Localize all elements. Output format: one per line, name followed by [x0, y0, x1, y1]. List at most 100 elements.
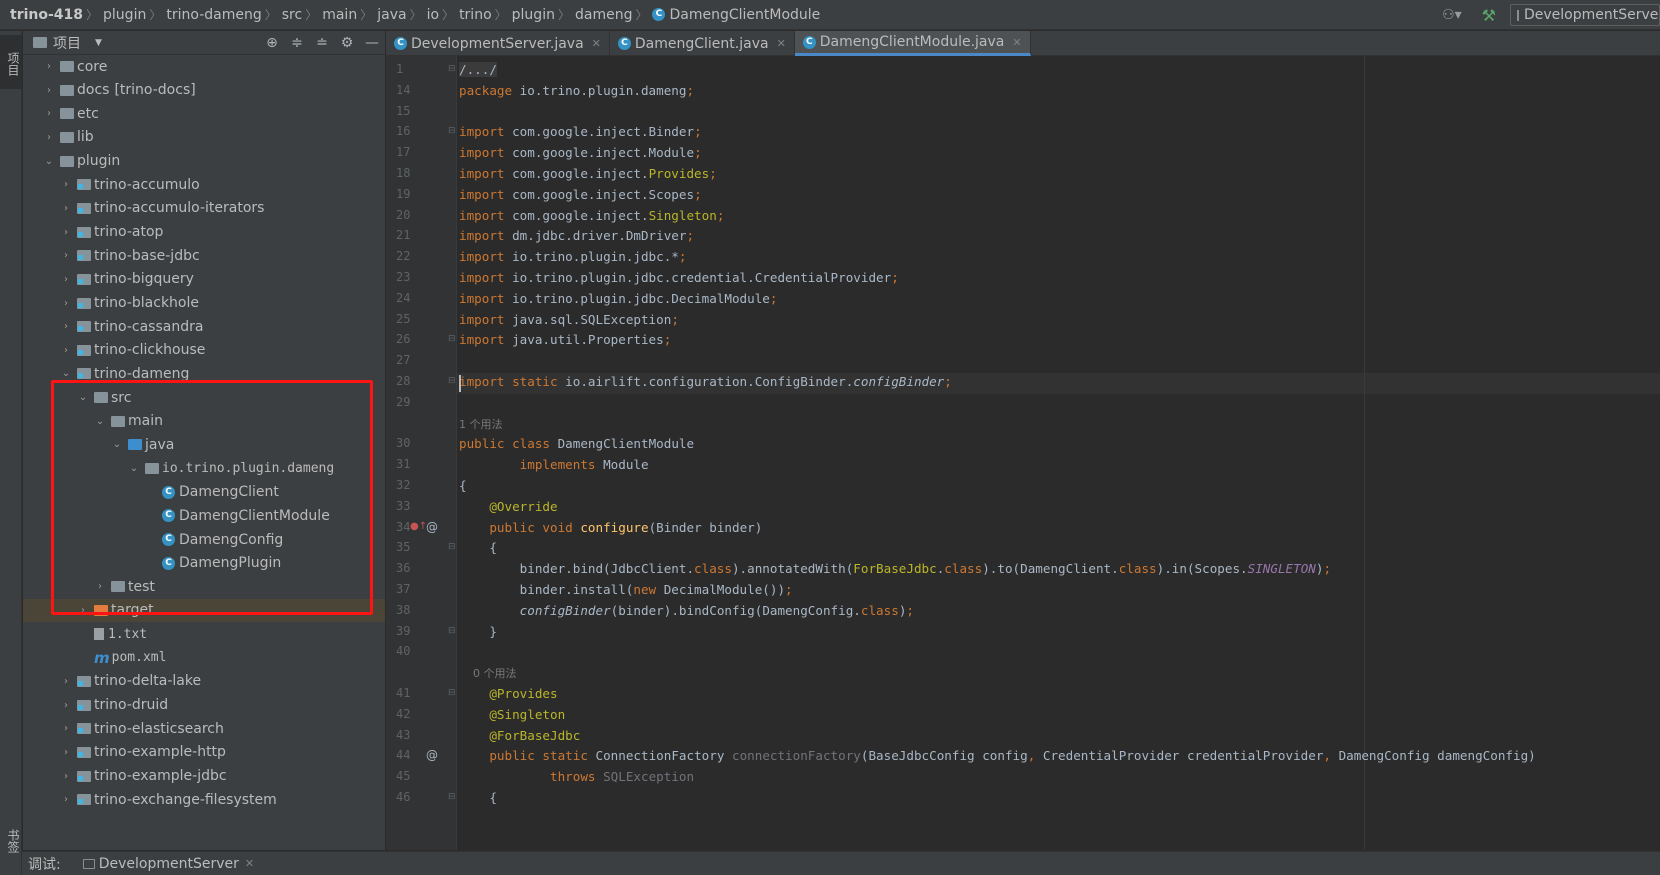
fold-marker-icon[interactable]: ⊟	[448, 64, 456, 74]
chevron-right-icon[interactable]: ›	[60, 179, 72, 190]
implements-marker-icon[interactable]: ●↑	[410, 521, 427, 532]
breadcrumb-item[interactable]: dameng	[575, 7, 632, 23]
tree-item[interactable]: › target	[23, 598, 385, 622]
chevron-down-icon[interactable]: ⌄	[94, 416, 106, 427]
tree-item[interactable]: › lib	[23, 126, 375, 149]
editor-tab[interactable]: C DamengClient.java ✕	[610, 31, 795, 56]
chevron-right-icon[interactable]: ›	[60, 700, 72, 711]
tree-item[interactable]: › trino-base-jdbc	[23, 244, 375, 267]
breadcrumb-item[interactable]: plugin	[103, 7, 146, 23]
tree-item[interactable]: › etc	[23, 102, 375, 125]
fold-marker-icon[interactable]: ⊟	[448, 626, 456, 636]
tree-item[interactable]: › trino-bigquery	[23, 268, 375, 291]
annotation-at-icon[interactable]: @	[426, 748, 438, 762]
tree-item[interactable]: C DamengClientModule	[23, 504, 375, 527]
fold-marker-icon[interactable]: ⊟	[448, 542, 456, 552]
fold-marker-icon[interactable]: ⊟	[448, 376, 456, 386]
tree-item[interactable]: › trino-elasticsearch	[23, 717, 375, 740]
tree-item[interactable]: › trino-accumulo-iterators	[23, 197, 375, 220]
breadcrumb-item[interactable]: trino	[459, 7, 492, 23]
close-icon[interactable]: ✕	[245, 857, 254, 870]
chevron-right-icon[interactable]: ›	[43, 108, 55, 119]
chevron-right-icon[interactable]: ›	[60, 274, 72, 285]
breadcrumb-item[interactable]: trino-dameng	[166, 7, 261, 23]
tree-item[interactable]: › trino-clickhouse	[23, 339, 375, 362]
minimize-icon[interactable]: —	[365, 35, 379, 51]
project-panel-title[interactable]: 项目	[53, 33, 81, 53]
collapse-all-icon[interactable]: ≐	[315, 35, 329, 51]
chevron-down-icon[interactable]: ⌄	[77, 392, 89, 403]
chevron-right-icon[interactable]: ›	[60, 203, 72, 214]
tree-item[interactable]: 1.txt	[23, 623, 375, 646]
tree-item[interactable]: › test	[23, 575, 375, 598]
tree-item[interactable]: › trino-blackhole	[23, 292, 375, 315]
chevron-right-icon[interactable]: ›	[60, 676, 72, 687]
breadcrumb-item[interactable]: src	[282, 7, 302, 23]
tree-item[interactable]: › trino-example-jdbc	[23, 765, 375, 788]
chevron-down-icon[interactable]: ⌄	[128, 463, 140, 474]
debug-session-tab[interactable]: DevelopmentServer	[99, 856, 239, 872]
tree-item[interactable]: › docs [trino-docs]	[23, 79, 375, 102]
chevron-right-icon[interactable]: ›	[77, 605, 89, 616]
tree-item[interactable]: › trino-druid	[23, 694, 375, 717]
usage-hint-text[interactable]: 1 个用法	[459, 418, 503, 431]
tree-item[interactable]: › trino-cassandra	[23, 315, 375, 338]
close-icon[interactable]: ✕	[1012, 36, 1021, 49]
tree-item[interactable]: C DamengConfig	[23, 528, 375, 551]
chevron-right-icon[interactable]: ›	[60, 250, 72, 261]
tool-tab-bookmarks[interactable]: 书签	[0, 817, 22, 865]
chevron-right-icon[interactable]: ›	[60, 771, 72, 782]
tree-item[interactable]: ⌄ trino-dameng	[23, 362, 375, 385]
breadcrumb-item[interactable]: java	[377, 7, 406, 23]
editor-tab[interactable]: C DamengClientModule.java ✕	[794, 31, 1031, 56]
fold-marker-icon[interactable]: ⊟	[448, 334, 456, 344]
tree-item[interactable]: › trino-exchange-filesystem	[23, 788, 375, 811]
chevron-down-icon[interactable]: ⌄	[43, 156, 55, 167]
breadcrumb-item[interactable]: io	[427, 7, 439, 23]
chevron-right-icon[interactable]: ›	[60, 794, 72, 805]
gear-icon[interactable]: ⚙	[340, 35, 354, 51]
breadcrumb-item[interactable]: plugin	[512, 7, 555, 23]
tree-item[interactable]: › trino-delta-lake	[23, 670, 375, 693]
breadcrumb-item[interactable]: main	[322, 7, 357, 23]
chevron-down-icon[interactable]: ⌄	[111, 439, 123, 450]
expand-all-icon[interactable]: ≑	[290, 35, 304, 51]
locate-icon[interactable]: ⊕	[265, 35, 279, 51]
editor-tab[interactable]: C DevelopmentServer.java ✕	[386, 31, 610, 56]
chevron-down-icon[interactable]: ⌄	[60, 368, 72, 379]
fold-marker-icon[interactable]: ⊟	[448, 688, 456, 698]
chevron-right-icon[interactable]: ›	[60, 747, 72, 758]
tree-item[interactable]: › trino-accumulo	[23, 173, 375, 196]
tree-item[interactable]: › core	[23, 55, 375, 78]
tree-item[interactable]: C DamengPlugin	[23, 552, 375, 575]
tree-item[interactable]: ⌄ plugin	[23, 150, 375, 173]
tool-tab-project[interactable]: 项目	[0, 35, 22, 89]
chevron-right-icon[interactable]: ›	[94, 581, 106, 592]
annotation-at-icon[interactable]: @	[426, 520, 438, 534]
chevron-right-icon[interactable]: ›	[60, 345, 72, 356]
tree-item[interactable]: › trino-atop	[23, 221, 375, 244]
chevron-down-icon[interactable]: ▼	[95, 38, 102, 48]
fold-marker-icon[interactable]: ⊟	[448, 126, 456, 136]
run-configuration-select[interactable]: DevelopmentServer	[1510, 4, 1660, 26]
chevron-right-icon[interactable]: ›	[43, 132, 55, 143]
chevron-right-icon[interactable]: ›	[43, 61, 55, 72]
tree-item[interactable]: ⌄ java	[23, 433, 375, 456]
tool-tab-structure[interactable]: 结构	[0, 871, 22, 875]
chevron-right-icon[interactable]: ›	[60, 723, 72, 734]
tree-item[interactable]: m pom.xml	[23, 646, 375, 669]
breadcrumb-item[interactable]: trino-418	[10, 7, 83, 23]
tree-item[interactable]: C DamengClient	[23, 481, 375, 504]
close-icon[interactable]: ✕	[592, 37, 601, 50]
tree-item[interactable]: ⌄ src	[23, 386, 375, 409]
chevron-right-icon[interactable]: ›	[60, 298, 72, 309]
usage-hint-text[interactable]: 0 个用法	[459, 667, 517, 680]
build-hammer-icon[interactable]: ⚒	[1482, 6, 1496, 25]
chevron-right-icon[interactable]: ›	[60, 227, 72, 238]
tree-item[interactable]: › trino-example-http	[23, 741, 375, 764]
user-icon[interactable]: ⚇▾	[1442, 7, 1462, 23]
tree-item[interactable]: ⌄ io.trino.plugin.dameng	[23, 457, 375, 480]
chevron-right-icon[interactable]: ›	[60, 321, 72, 332]
breadcrumb-item[interactable]: DamengClientModule	[669, 7, 820, 23]
tree-item[interactable]: ⌄ main	[23, 410, 375, 433]
